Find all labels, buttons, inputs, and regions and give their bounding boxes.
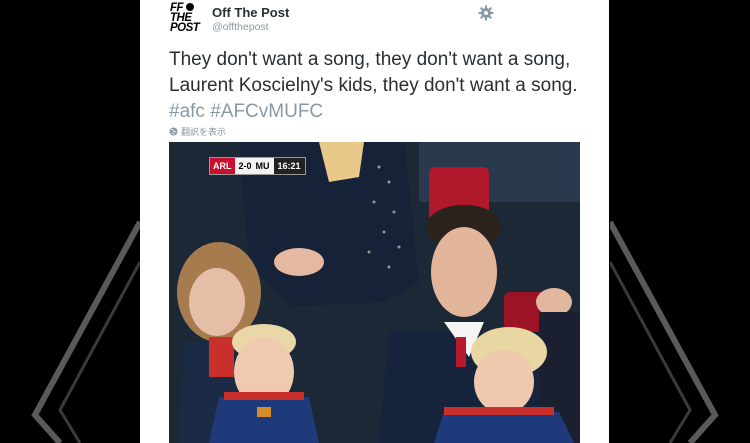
tweet-card: FF THE POST Off The Post @offthepost The…	[140, 0, 609, 443]
tweet-body: They don't want a song, they don't want …	[169, 49, 578, 96]
match-clock: 16:21	[273, 158, 305, 174]
tweet-text: They don't want a song, they don't want …	[169, 47, 589, 125]
account-name[interactable]: Off The Post	[212, 5, 289, 20]
away-team: MU	[255, 161, 270, 171]
score: 2-0	[238, 161, 252, 171]
hashtag-afcvmufc[interactable]: #AFCvMUFC	[210, 101, 323, 122]
scoreboard-overlay: ARL 2-0 MU 16:21	[209, 157, 306, 175]
stadium-photo	[169, 142, 580, 443]
hashtag-afc[interactable]: #afc	[169, 101, 205, 122]
right-chevron-graphic	[610, 220, 719, 443]
home-team: ARL	[210, 158, 235, 174]
translate-link[interactable]: 翻訳を表示	[169, 125, 226, 138]
account-handle[interactable]: @offthepost	[212, 21, 269, 33]
gear-icon[interactable]	[478, 5, 494, 21]
left-chevron-graphic	[31, 220, 140, 443]
translate-label: 翻訳を表示	[181, 127, 227, 137]
avatar[interactable]: FF THE POST	[169, 2, 202, 34]
right-decoration	[610, 0, 750, 443]
football-icon	[186, 3, 194, 11]
tweet-photo[interactable]: ARL 2-0 MU 16:21	[169, 142, 580, 443]
globe-icon	[169, 127, 178, 136]
left-decoration	[0, 0, 140, 443]
tweet-header: FF THE POST Off The Post @offthepost	[169, 2, 589, 35]
avatar-line-3: POST	[170, 22, 200, 34]
